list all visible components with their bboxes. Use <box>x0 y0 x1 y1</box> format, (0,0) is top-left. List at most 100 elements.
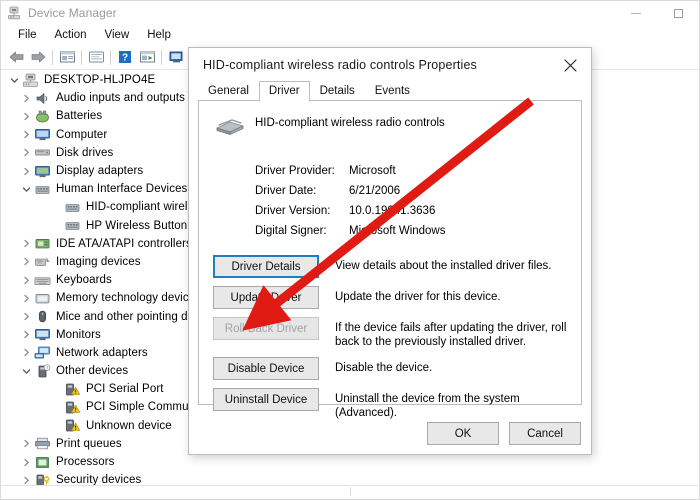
chevron-right-icon[interactable] <box>19 257 34 266</box>
chevron-down-icon[interactable] <box>19 185 34 194</box>
back-arrow-icon[interactable] <box>5 46 27 68</box>
menu-item-view[interactable]: View <box>96 27 139 43</box>
tree-item-label: PCI Serial Port <box>86 383 164 396</box>
driver-property-value: Microsoft Windows <box>349 225 446 237</box>
tree-item-label: Processors <box>56 456 115 469</box>
properties-icon[interactable] <box>56 46 78 68</box>
chevron-right-icon[interactable] <box>19 148 34 157</box>
dialog-title: HID-compliant wireless radio controls Pr… <box>203 58 477 72</box>
chevron-right-icon[interactable] <box>19 94 34 103</box>
forward-arrow-icon[interactable] <box>27 46 49 68</box>
processor-icon <box>34 455 51 470</box>
chevron-right-icon[interactable] <box>19 330 34 339</box>
driver-action-row: Disable Device Disable the device. <box>199 357 581 380</box>
network-adapter-icon <box>34 345 51 360</box>
update-driver-button[interactable]: Update Driver <box>213 286 319 309</box>
chevron-right-icon[interactable] <box>19 167 34 176</box>
chevron-right-icon[interactable] <box>19 348 34 357</box>
disable-device-button[interactable]: Disable Device <box>213 357 319 380</box>
help-icon[interactable]: ? <box>114 46 136 68</box>
device-header: HID-compliant wireless radio controls <box>199 101 581 139</box>
hid-device-icon <box>213 115 247 139</box>
driver-property-row: Driver Version: 10.0.19041.3636 <box>255 201 581 221</box>
driver-property-label: Driver Date: <box>255 185 317 197</box>
driver-properties-list: Driver Provider: Microsoft Driver Date: 6/2… <box>255 161 581 241</box>
driver-property-value: 6/21/2006 <box>349 185 401 197</box>
tree-item-label: Keyboards <box>56 274 112 287</box>
chevron-right-icon[interactable] <box>19 294 34 303</box>
mouse-icon <box>34 309 51 324</box>
toolbar-separator <box>81 49 82 65</box>
tab-events[interactable]: Events <box>365 82 420 101</box>
chevron-down-icon[interactable] <box>7 76 22 85</box>
tree-item-label: Human Interface Devices <box>56 183 188 196</box>
tab-driver[interactable]: Driver <box>258 81 310 102</box>
chevron-right-icon[interactable] <box>19 439 34 448</box>
security-device-icon <box>34 473 51 486</box>
chevron-right-icon[interactable] <box>19 276 34 285</box>
battery-icon <box>34 109 51 124</box>
device-name: HID-compliant wireless radio controls <box>255 117 445 129</box>
svg-text:?: ? <box>46 365 49 370</box>
driver-details-button[interactable]: Driver Details <box>213 255 319 278</box>
tree-item-label: Print queues <box>56 437 122 450</box>
chevron-right-icon[interactable] <box>19 239 34 248</box>
close-icon[interactable] <box>549 48 591 82</box>
chevron-right-icon[interactable] <box>19 112 34 121</box>
device-properties-dialog: HID-compliant wireless radio controls Pr… <box>188 47 592 455</box>
keyboard-icon <box>34 273 51 288</box>
disk-drive-icon <box>34 145 51 160</box>
tree-item-label: Network adapters <box>56 346 148 359</box>
maximize-button[interactable] <box>657 1 699 25</box>
show-hidden-devices-icon[interactable] <box>85 46 107 68</box>
chevron-right-icon[interactable] <box>19 312 34 321</box>
driver-actions-list: Driver Details View details about the ins… <box>199 255 581 420</box>
other-device-icon: ? <box>34 363 51 379</box>
uninstall-device-button[interactable]: Uninstall Device <box>213 388 319 411</box>
chevron-right-icon[interactable] <box>19 458 34 467</box>
driver-property-row: Driver Provider: Microsoft <box>255 161 581 181</box>
tree-item-label: Memory technology devices <box>56 292 202 305</box>
chevron-down-icon[interactable] <box>19 367 34 376</box>
status-bar-divider <box>350 487 351 496</box>
tree-item-label: Disk drives <box>56 146 114 159</box>
tree-item[interactable]: Processors <box>2 453 698 471</box>
update-driver-icon[interactable] <box>136 46 158 68</box>
minimize-button[interactable] <box>615 1 657 25</box>
menu-item-action[interactable]: Action <box>46 27 96 43</box>
driver-action-description: Uninstall the device from the system (Ad… <box>335 393 520 419</box>
toolbar-separator <box>52 49 53 65</box>
driver-action-row: Roll Back Driver If the device fails afte… <box>199 317 581 349</box>
chevron-right-icon[interactable] <box>19 476 34 485</box>
unknown-device-warning-icon <box>64 418 81 433</box>
computer-icon <box>34 127 51 142</box>
status-bar <box>2 485 698 498</box>
tree-item-label: Batteries <box>56 110 103 123</box>
driver-action-row: Uninstall Device Uninstall the device fro… <box>199 388 581 420</box>
toolbar-separator <box>110 49 111 65</box>
tab-details[interactable]: Details <box>310 82 365 101</box>
computer-root-icon <box>22 73 39 88</box>
cancel-button[interactable]: Cancel <box>509 422 581 445</box>
screenshot-root: Device Manager File Action View Help ? D… <box>0 0 700 500</box>
monitor-icon <box>34 327 51 342</box>
driver-tab-panel: HID-compliant wireless radio controls Dr… <box>198 100 582 419</box>
driver-property-label: Driver Version: <box>255 205 331 217</box>
tab-general[interactable]: General <box>198 82 259 101</box>
tree-item-label: Other devices <box>56 365 129 378</box>
dialog-footer: OK Cancel <box>427 422 581 445</box>
memory-icon <box>34 291 51 306</box>
menu-bar: File Action View Help <box>1 25 699 45</box>
unknown-device-warning-icon <box>64 400 81 415</box>
unknown-device-warning-icon <box>64 382 81 397</box>
driver-property-row: Digital Signer: Microsoft Windows <box>255 221 581 241</box>
menu-item-help[interactable]: Help <box>138 27 180 43</box>
driver-action-row: Update Driver Update the driver for this … <box>199 286 581 309</box>
hid-device-icon <box>64 218 81 233</box>
scan-hardware-changes-icon[interactable] <box>165 46 187 68</box>
chevron-right-icon[interactable] <box>19 130 34 139</box>
menu-item-file[interactable]: File <box>9 27 46 43</box>
tree-item[interactable]: Security devices <box>2 471 698 486</box>
device-manager-icon <box>7 6 21 20</box>
ok-button[interactable]: OK <box>427 422 499 445</box>
